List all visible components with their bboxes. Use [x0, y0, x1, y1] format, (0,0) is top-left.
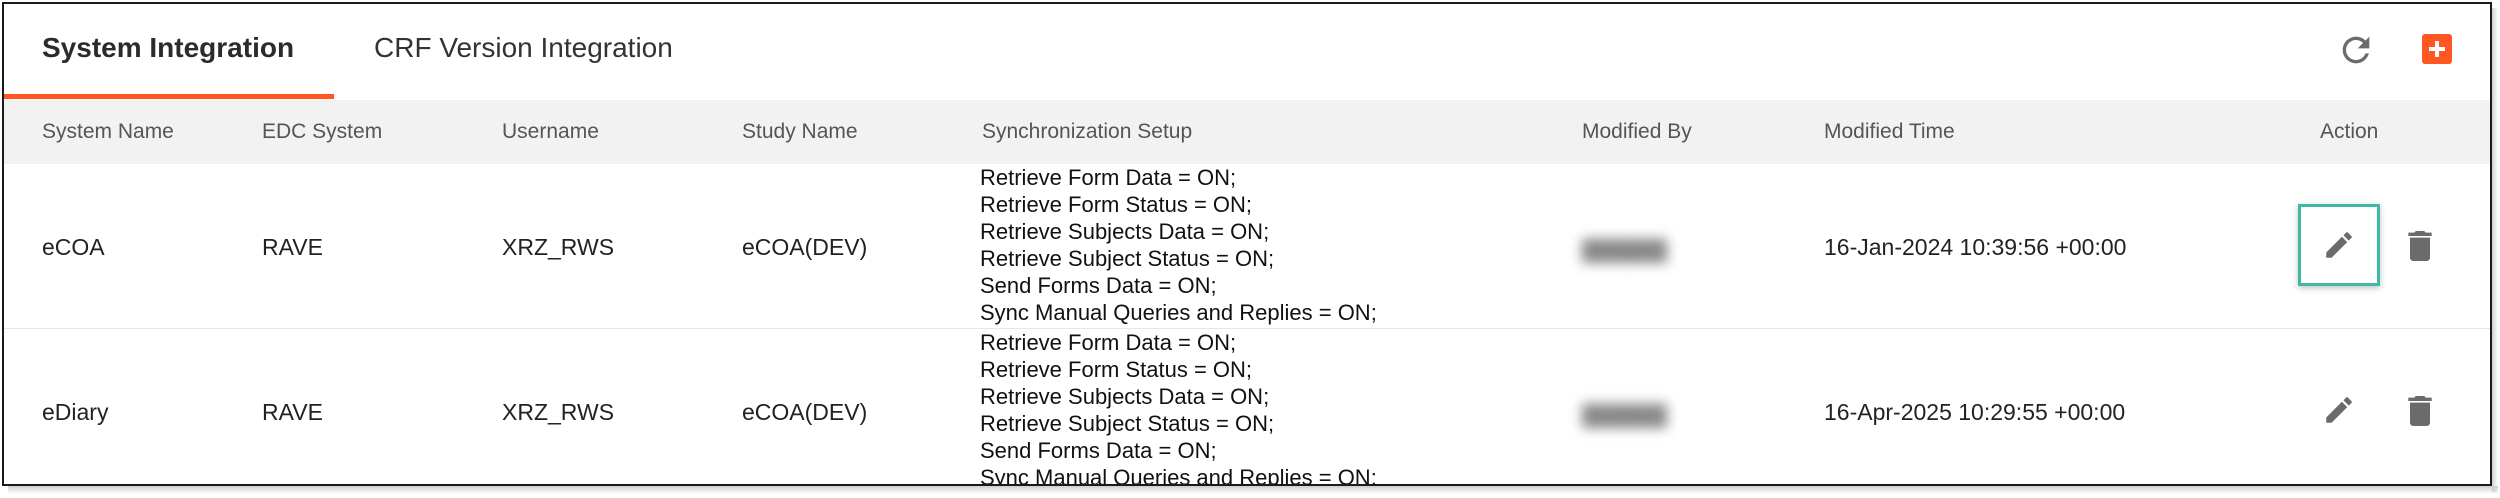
sync-line: Retrieve Form Status = ON;	[980, 192, 1253, 217]
cell-edc-system: RAVE	[262, 234, 323, 260]
cell-sync-setup: Retrieve Form Data = ON; Retrieve Form S…	[980, 329, 1377, 486]
delete-button[interactable]	[2400, 226, 2440, 266]
sync-line: Retrieve Form Status = ON;	[980, 357, 1253, 382]
delete-button[interactable]	[2400, 391, 2440, 431]
sync-line: Retrieve Form Data = ON;	[980, 165, 1237, 190]
cell-username: XRZ_RWS	[502, 234, 615, 260]
edit-button[interactable]	[2298, 204, 2380, 286]
cell-sync-setup: Retrieve Form Data = ON; Retrieve Form S…	[980, 164, 1377, 326]
frame-shadow-right	[2492, 8, 2498, 492]
add-button[interactable]	[2422, 34, 2452, 64]
column-header-edc-system: EDC System	[262, 120, 383, 143]
tab-system-integration[interactable]: System Integration	[42, 32, 294, 64]
refresh-button[interactable]	[2336, 30, 2376, 70]
column-header-study-name: Study Name	[742, 120, 858, 143]
sync-line: Sync Manual Queries and Replies = ON;	[980, 300, 1377, 325]
table-row: eDiary RAVE XRZ_RWS eCOA(DEV) Retrieve F…	[4, 329, 2490, 486]
tab-crf-version-integration[interactable]: CRF Version Integration	[374, 32, 673, 64]
trash-icon	[2408, 396, 2432, 426]
sync-line: Retrieve Form Data = ON;	[980, 330, 1237, 355]
column-header-action: Action	[2320, 120, 2379, 143]
sync-line: Send Forms Data = ON;	[980, 438, 1217, 463]
cell-modified-time: 16-Jan-2024 10:39:56 +00:00	[1824, 234, 2127, 260]
table-row: eCOA RAVE XRZ_RWS eCOA(DEV) Retrieve For…	[4, 164, 2490, 329]
sync-line: Retrieve Subjects Data = ON;	[980, 384, 1270, 409]
cell-modified-by-redacted: ██████	[1582, 405, 1668, 427]
refresh-icon	[2342, 36, 2370, 64]
column-header-system-name: System Name	[42, 120, 174, 143]
integration-panel: System Integration CRF Version Integrati…	[2, 2, 2492, 486]
sync-line: Retrieve Subject Status = ON;	[980, 246, 1275, 271]
edit-button[interactable]	[2298, 369, 2380, 451]
cell-modified-time: 16-Apr-2025 10:29:55 +00:00	[1824, 399, 2126, 425]
sync-line: Retrieve Subject Status = ON;	[980, 411, 1275, 436]
frame-shadow	[8, 486, 2498, 494]
trash-icon	[2408, 231, 2432, 261]
cell-system-name: eCOA	[42, 234, 105, 260]
sync-line: Sync Manual Queries and Replies = ON;	[980, 465, 1377, 486]
active-tab-indicator	[4, 94, 334, 99]
sync-line: Send Forms Data = ON;	[980, 273, 1217, 298]
column-header-sync-setup: Synchronization Setup	[982, 120, 1193, 143]
cell-modified-by-redacted: ██████	[1582, 240, 1668, 262]
table-header: System Name EDC System Username Study Na…	[4, 100, 2490, 165]
pencil-icon	[2326, 232, 2352, 258]
column-header-modified-by: Modified By	[1582, 120, 1692, 143]
cell-study-name: eCOA(DEV)	[742, 399, 868, 425]
pencil-icon	[2326, 397, 2352, 423]
column-header-modified-time: Modified Time	[1824, 120, 1955, 143]
column-header-username: Username	[502, 120, 599, 143]
tab-bar: System Integration CRF Version Integrati…	[4, 4, 2490, 100]
cell-username: XRZ_RWS	[502, 399, 615, 425]
cell-system-name: eDiary	[42, 399, 109, 425]
cell-study-name: eCOA(DEV)	[742, 234, 868, 260]
cell-edc-system: RAVE	[262, 399, 323, 425]
sync-line: Retrieve Subjects Data = ON;	[980, 219, 1270, 244]
